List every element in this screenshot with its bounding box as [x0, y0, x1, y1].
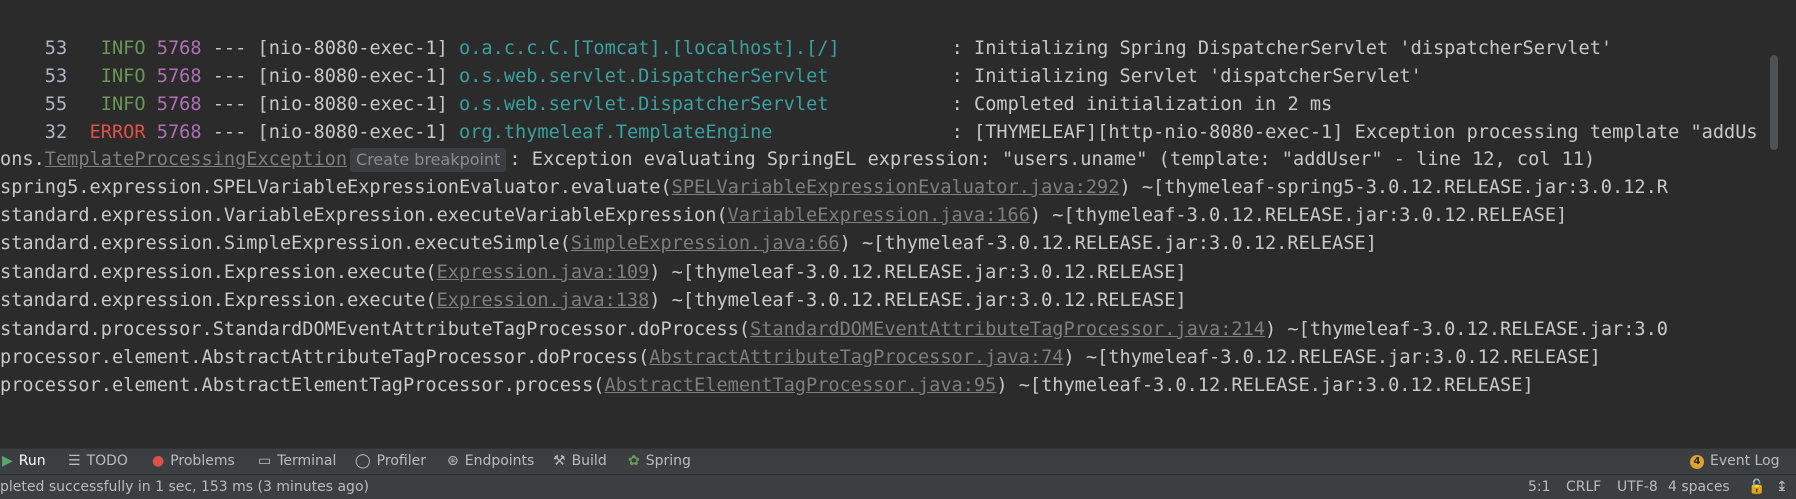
spring-leaf-icon: ✿	[628, 453, 640, 469]
stack-frame: standard.expression.Expression.execute(E…	[0, 286, 1187, 316]
tool-window-profiler[interactable]: ◯ Profiler	[355, 449, 426, 474]
stack-frame-jar: ) ~[thymeleaf-3.0.12.RELEASE.jar:3.0	[1264, 319, 1668, 340]
stack-frame-method: standard.expression.VariableExpression.e…	[0, 205, 728, 226]
console-scrollbar[interactable]	[1770, 55, 1778, 150]
log-thread: [nio-8080-exec-1]	[257, 122, 448, 143]
exception-message: : Exception evaluating SpringEL expressi…	[509, 149, 1596, 170]
run-console: 53 INFO 5768 --- [nio-8080-exec-1] o.a.c…	[0, 0, 1780, 448]
tool-window-label: Profiler	[376, 453, 426, 469]
tool-window-build[interactable]: ⚒ Build	[553, 449, 607, 474]
tool-window-event-log[interactable]: 4 Event Log	[1690, 449, 1780, 474]
stack-frame-source-link[interactable]: Expression.java:138	[437, 290, 650, 311]
stack-frame-jar: ) ~[thymeleaf-3.0.12.RELEASE.jar:3.0.12.…	[1029, 205, 1568, 226]
tool-window-problems[interactable]: ● Problems	[152, 449, 235, 474]
create-breakpoint-button[interactable]: Create breakpoint	[350, 147, 507, 172]
stack-frame: spring5.expression.SPELVariableExpressio…	[0, 173, 1668, 203]
stack-frame-method: standard.expression.SimpleExpression.exe…	[0, 233, 571, 254]
stack-frame-source-link[interactable]: SimpleExpression.java:66	[571, 233, 840, 254]
stack-frame-source-link[interactable]: StandardDOMEventAttributeTagProcessor.ja…	[750, 319, 1265, 340]
indent-setting[interactable]: 4 spaces	[1668, 475, 1730, 499]
notification-icon[interactable]: ↨	[1776, 475, 1788, 499]
tool-window-label: Spring	[645, 453, 691, 469]
log-timestamp-fragment: 32	[44, 122, 68, 143]
stack-frame-source-link[interactable]: VariableExpression.java:166	[728, 205, 1030, 226]
stack-frame: standard.expression.Expression.execute(E…	[0, 258, 1187, 288]
stack-frame: processor.element.AbstractElementTagProc…	[0, 371, 1534, 401]
stack-frame-source-link[interactable]: AbstractElementTagProcessor.java:95	[605, 375, 997, 396]
stack-frame-method: processor.element.AbstractAttributeTagPr…	[0, 347, 650, 368]
exception-line: ons.TemplateProcessingException Create br…	[0, 145, 1595, 175]
tool-window-terminal[interactable]: ▭ Terminal	[258, 449, 336, 474]
exception-prefix: ons.	[0, 149, 45, 170]
tool-window-label: Run	[18, 453, 46, 469]
tool-window-label: Endpoints	[464, 453, 535, 469]
stack-frame: processor.element.AbstractAttributeTagPr…	[0, 343, 1601, 373]
log-pid: 5768	[156, 122, 202, 143]
stack-frame-method: standard.expression.Expression.execute(	[0, 262, 437, 283]
event-count-badge: 4	[1690, 454, 1704, 469]
lock-icon[interactable]: 🔓	[1748, 475, 1765, 499]
log-level: ERROR	[89, 122, 146, 143]
status-message[interactable]: pleted successfully in 1 sec, 153 ms (3 …	[0, 475, 369, 499]
run-icon: ▶	[2, 453, 13, 469]
stack-frame-method: processor.element.AbstractElementTagProc…	[0, 375, 605, 396]
stack-frame-jar: ) ~[thymeleaf-3.0.12.RELEASE.jar:3.0.12.…	[1063, 347, 1601, 368]
stack-frame-jar: ) ~[thymeleaf-3.0.12.RELEASE.jar:3.0.12.…	[649, 262, 1187, 283]
stack-frame-method: spring5.expression.SPELVariableExpressio…	[0, 177, 672, 198]
log-line: 55 INFO 5768 --- [nio-8080-exec-1] o.s.w…	[0, 60, 1332, 115]
tool-window-run[interactable]: ▶ Run	[2, 449, 46, 474]
stack-frame: standard.expression.VariableExpression.e…	[0, 201, 1567, 231]
exception-class-link[interactable]: TemplateProcessingException	[45, 149, 347, 170]
stack-frame-jar: ) ~[thymeleaf-3.0.12.RELEASE.jar:3.0.12.…	[839, 233, 1377, 254]
stack-frame: standard.processor.StandardDOMEventAttri…	[0, 315, 1668, 345]
list-icon: ☰	[68, 453, 81, 469]
file-encoding[interactable]: UTF-8	[1617, 475, 1658, 499]
stack-frame-jar: ) ~[thymeleaf-3.0.12.RELEASE.jar:3.0.12.…	[996, 375, 1534, 396]
stack-frame-jar: ) ~[thymeleaf-3.0.12.RELEASE.jar:3.0.12.…	[649, 290, 1187, 311]
tool-window-todo[interactable]: ☰ TODO	[68, 449, 128, 474]
log-logger: org.thymeleaf.TemplateEngine	[459, 122, 773, 143]
tool-window-spring[interactable]: ✿ Spring	[628, 449, 691, 474]
stack-frame: standard.expression.SimpleExpression.exe…	[0, 229, 1377, 259]
stack-frame-source-link[interactable]: AbstractAttributeTagProcessor.java:74	[649, 347, 1063, 368]
log-line: 53 INFO 5768 --- [nio-8080-exec-1] o.s.w…	[0, 32, 1422, 87]
error-circle-icon: ●	[152, 453, 165, 469]
profiler-icon: ◯	[355, 453, 371, 469]
hammer-icon: ⚒	[553, 453, 566, 469]
tool-window-bar: ▶ Run ☰ TODO ● Problems ▭ Terminal ◯ Profiler…	[0, 448, 1796, 474]
stack-frame-method: standard.processor.StandardDOMEventAttri…	[0, 319, 751, 340]
caret-position[interactable]: 5:1	[1528, 475, 1551, 499]
tool-window-label: Build	[571, 453, 607, 469]
status-bar: pleted successfully in 1 sec, 153 ms (3 …	[0, 474, 1796, 499]
log-line: 53 INFO 5768 --- [nio-8080-exec-1] o.a.c…	[0, 4, 1612, 59]
stack-frame-source-link[interactable]: SPELVariableExpressionEvaluator.java:292	[672, 177, 1120, 198]
stack-frame-jar: ) ~[thymeleaf-spring5-3.0.12.RELEASE.jar…	[1119, 177, 1668, 198]
log-message: : [THYMELEAF][http-nio-8080-exec-1] Exce…	[951, 122, 1758, 143]
tool-window-label: Event Log	[1710, 453, 1780, 469]
terminal-icon: ▭	[258, 453, 272, 469]
tool-window-endpoints[interactable]: ⊛ Endpoints	[447, 449, 534, 474]
log-separator: ---	[212, 122, 247, 143]
line-separator[interactable]: CRLF	[1566, 475, 1601, 499]
tool-window-label: TODO	[86, 453, 128, 469]
stack-frame-method: standard.expression.Expression.execute(	[0, 290, 437, 311]
stack-frame-source-link[interactable]: Expression.java:109	[437, 262, 650, 283]
tool-window-label: Terminal	[277, 453, 337, 469]
endpoints-icon: ⊛	[447, 453, 459, 469]
log-line: 32 ERROR 5768 --- [nio-8080-exec-1] org.…	[0, 88, 1758, 143]
tool-window-label: Problems	[170, 453, 235, 469]
